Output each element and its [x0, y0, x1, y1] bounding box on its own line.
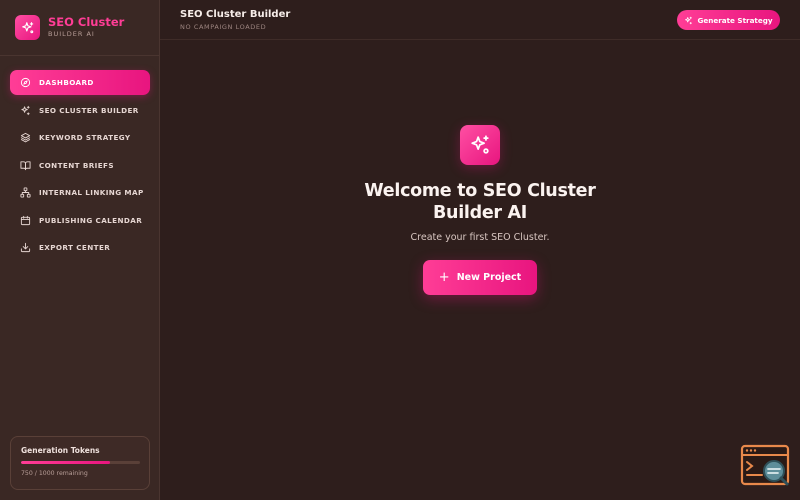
- browser-search-icon: [740, 444, 790, 486]
- brand-name: SEO Cluster: [48, 15, 125, 29]
- top-bar: SEO Cluster Builder NO CAMPAIGN LOADED G…: [160, 0, 800, 40]
- sidebar-item-label: INTERNAL LINKING MAP: [39, 188, 144, 197]
- sidebar-item-seo-cluster-builder[interactable]: SEO CLUSTER BUILDER: [10, 98, 150, 123]
- sidebar-item-label: SEO CLUSTER BUILDER: [39, 105, 139, 115]
- generate-strategy-button[interactable]: Generate Strategy: [677, 10, 780, 30]
- new-project-button[interactable]: + New Project: [423, 260, 537, 295]
- generate-strategy-label: Generate Strategy: [697, 15, 773, 25]
- assistant-widget[interactable]: [740, 444, 792, 488]
- tokens-progress-fill: [21, 461, 111, 464]
- calendar-icon: [20, 215, 31, 225]
- generation-tokens-card: Generation Tokens 750 / 1000 remaining: [10, 436, 150, 490]
- sparkles-icon: [460, 125, 500, 165]
- sidebar-item-export-center[interactable]: EXPORT CENTER: [10, 235, 150, 260]
- sidebar-item-label: DASHBOARD: [39, 78, 94, 87]
- welcome-title: Welcome to SEO Cluster Builder AI: [364, 181, 596, 223]
- campaign-status: NO CAMPAIGN LOADED: [180, 23, 267, 31]
- sidebar-item-label: KEYWORD STRATEGY: [39, 133, 131, 142]
- sidebar-nav: DASHBOARD SEO CLUSTER BUILDER KEYWORD ST…: [10, 70, 150, 263]
- sparkles-icon: [685, 16, 693, 24]
- welcome-subtitle: Create your first SEO Cluster.: [410, 232, 550, 243]
- book-open-icon: [20, 160, 31, 170]
- sidebar-item-internal-linking-map[interactable]: INTERNAL LINKING MAP: [10, 180, 150, 205]
- page-title: SEO Cluster Builder: [180, 9, 291, 20]
- sidebar-item-label: EXPORT CENTER: [39, 243, 111, 252]
- sparkles-icon: [21, 105, 30, 115]
- download-icon: [20, 242, 31, 253]
- sidebar-item-label: PUBLISHING CALENDAR: [39, 215, 143, 225]
- new-project-label: New Project: [456, 272, 522, 283]
- sparkles-icon: [15, 15, 40, 40]
- layers-icon: [20, 132, 31, 143]
- tokens-progress-bar: [21, 461, 140, 464]
- sidebar-item-content-briefs[interactable]: CONTENT BRIEFS: [10, 153, 150, 178]
- sidebar-item-dashboard[interactable]: DASHBOARD: [10, 70, 150, 95]
- brand-subtitle: BUILDER AI: [48, 30, 95, 38]
- divider: [0, 55, 159, 56]
- plus-icon: +: [438, 270, 450, 285]
- tokens-title: Generation Tokens: [21, 446, 100, 455]
- sidebar-item-publishing-calendar[interactable]: PUBLISHING CALENDAR: [10, 208, 150, 233]
- tokens-remaining: 750 / 1000 remaining: [21, 470, 88, 477]
- compass-icon: [20, 77, 31, 88]
- brand[interactable]: SEO Cluster BUILDER AI: [15, 15, 124, 40]
- network-icon: [20, 187, 31, 198]
- sidebar-item-keyword-strategy[interactable]: KEYWORD STRATEGY: [10, 125, 150, 150]
- sidebar: SEO Cluster BUILDER AI DASHBOARD SEO CLU…: [0, 0, 160, 500]
- sidebar-item-label: CONTENT BRIEFS: [39, 160, 114, 170]
